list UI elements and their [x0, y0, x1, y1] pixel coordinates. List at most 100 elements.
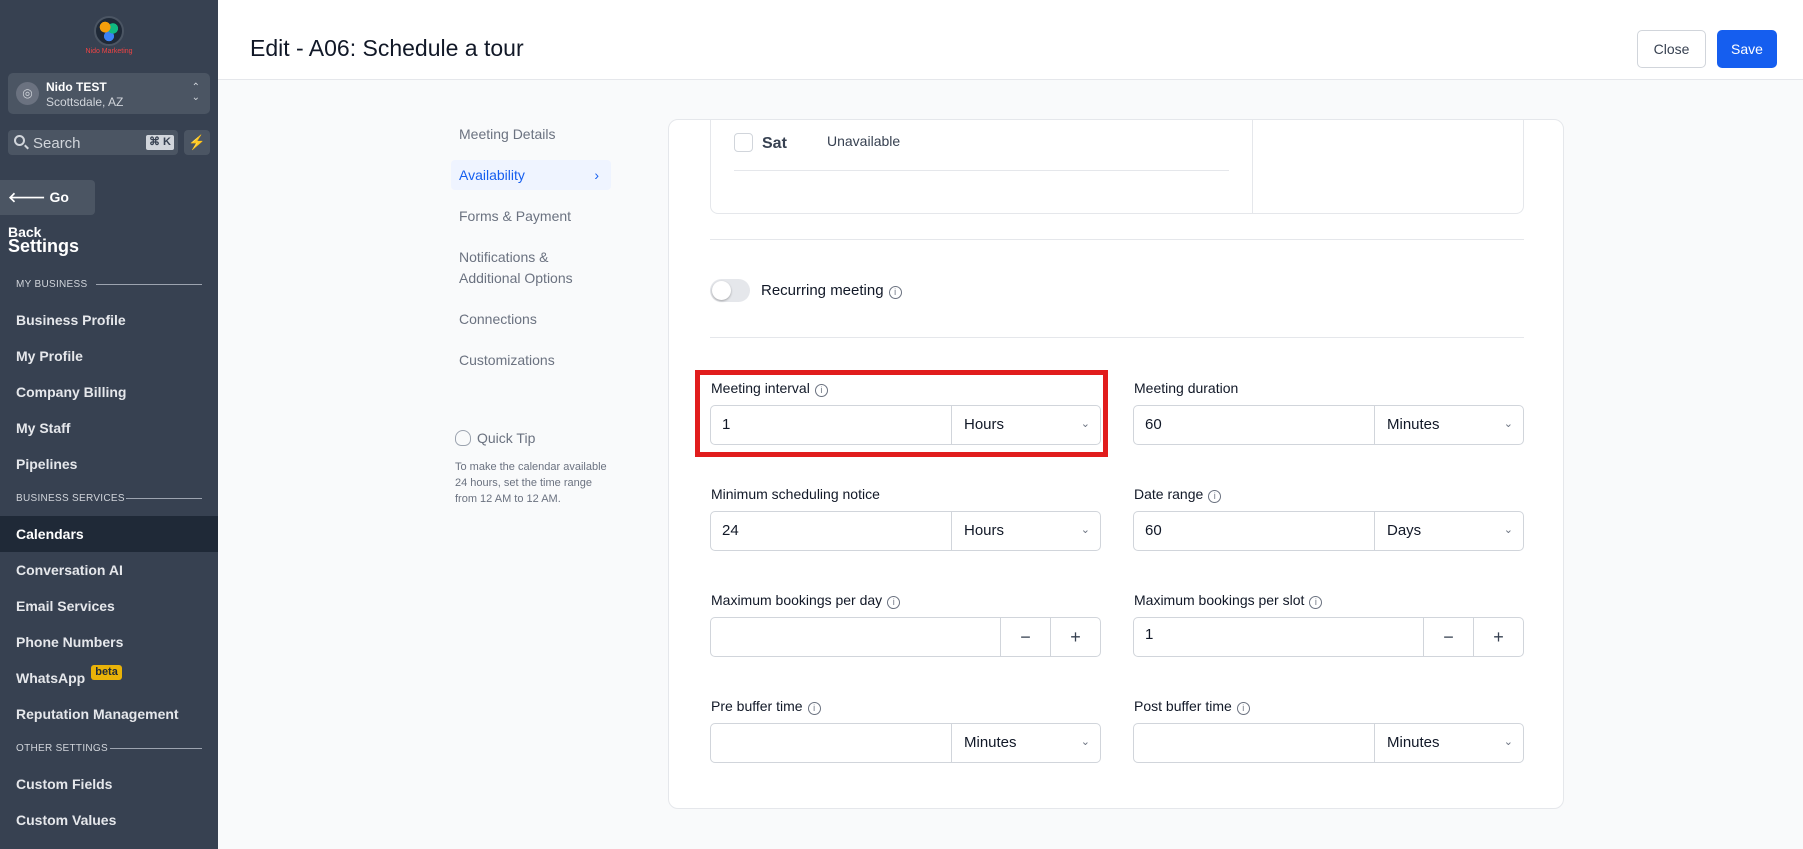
date-range-input[interactable]: 60 [1145, 522, 1162, 539]
meeting-duration-label: Meeting duration [1134, 380, 1239, 396]
date-range-label: Date range i [1134, 486, 1222, 503]
divider [710, 239, 1524, 240]
quick-actions-button[interactable]: ⚡ [184, 130, 210, 155]
info-icon[interactable]: i [807, 702, 821, 715]
search-input[interactable]: Search ⌘ K [8, 130, 178, 155]
date-range-text: Date range [1134, 486, 1204, 502]
min-notice-unit-select[interactable]: Hours ⌄ [951, 512, 1100, 550]
max-per-slot-input[interactable]: 1 [1145, 626, 1153, 643]
post-buffer-field: Minutes ⌄ [1133, 723, 1524, 763]
divider [710, 337, 1524, 338]
sidebar-item-email-services[interactable]: Email Services [0, 588, 218, 624]
menu-item-notifications[interactable]: Notifications & Additional Options [451, 247, 606, 289]
pre-buffer-label: Pre buffer time i [711, 698, 821, 715]
chevron-right-icon: › [594, 167, 599, 183]
menu-item-forms-payment[interactable]: Forms & Payment [451, 206, 611, 227]
section-label-business-services: BUSINESS SERVICES [16, 493, 125, 504]
info-icon[interactable]: i [887, 596, 901, 609]
sidebar-item-custom-fields[interactable]: Custom Fields [0, 766, 218, 802]
recurring-meeting-text: Recurring meeting [761, 282, 884, 299]
chevron-down-icon: ⌄ [1503, 524, 1513, 536]
location-pin-icon: ◎ [16, 82, 39, 105]
company-logo[interactable]: Nido Marketing [78, 16, 140, 56]
sat-checkbox[interactable] [734, 133, 753, 152]
search-placeholder: Search [33, 135, 81, 152]
sidebar-item-phone-numbers[interactable]: Phone Numbers [0, 624, 218, 660]
sidebar-item-business-profile[interactable]: Business Profile [0, 302, 218, 338]
max-per-day-label: Maximum bookings per day i [711, 592, 901, 609]
section-divider [110, 748, 202, 749]
date-range-field: 60 Days ⌄ [1133, 511, 1524, 551]
sidebar-item-label: WhatsApp [16, 670, 86, 686]
unit-value: Days [1387, 522, 1422, 539]
section-label-my-business: MY BUSINESS [16, 279, 88, 290]
availability-card: Sat Unavailable Recurring meeting i Meeti… [668, 119, 1564, 809]
account-switcher[interactable]: ◎ Nido TEST Scottsdale, AZ ⌃ ⌄ [8, 73, 210, 114]
min-notice-label: Minimum scheduling notice [711, 486, 880, 502]
post-buffer-text: Post buffer time [1134, 698, 1232, 714]
recurring-meeting-label: Recurring meeting i [761, 282, 902, 299]
sat-day-label: Sat [762, 135, 787, 152]
increment-button[interactable]: + [1473, 618, 1523, 656]
chevron-up-down-icon: ⌃ ⌄ [191, 82, 200, 103]
section-divider [126, 498, 202, 499]
arrow-left-icon: 🡐 [8, 189, 46, 205]
info-icon[interactable]: i [1309, 596, 1323, 609]
go-back-button[interactable]: 🡐 Go Back [0, 180, 95, 240]
sidebar-item-conversation-ai[interactable]: Conversation AI [0, 552, 218, 588]
menu-item-customizations[interactable]: Customizations [451, 350, 611, 371]
min-notice-input[interactable]: 24 [722, 522, 739, 539]
toggle-knob [712, 281, 731, 300]
logo-icon [94, 16, 124, 46]
sidebar-item-my-profile[interactable]: My Profile [0, 338, 218, 374]
section-label-other-settings: OTHER SETTINGS [16, 743, 108, 754]
close-button[interactable]: Close [1637, 30, 1706, 68]
pre-buffer-field: Minutes ⌄ [710, 723, 1101, 763]
sidebar-item-calendars[interactable]: Calendars [0, 516, 218, 552]
search-shortcut: ⌘ K [146, 135, 174, 150]
menu-item-availability[interactable]: Availability › [451, 160, 611, 190]
info-icon[interactable]: i [1208, 490, 1222, 503]
unit-value: Hours [964, 522, 1005, 539]
logo-text: Nido Marketing [85, 48, 133, 55]
date-range-unit-select[interactable]: Days ⌄ [1374, 512, 1523, 550]
divider [734, 170, 1229, 171]
meeting-duration-unit-select[interactable]: Minutes ⌄ [1374, 406, 1523, 444]
pre-buffer-unit-select[interactable]: Minutes ⌄ [951, 724, 1100, 762]
decrement-button[interactable]: − [1423, 618, 1473, 656]
sat-status: Unavailable [827, 133, 901, 149]
increment-button[interactable]: + [1050, 618, 1100, 656]
sidebar-item-my-staff[interactable]: My Staff [0, 410, 218, 446]
sidebar-item-company-billing[interactable]: Company Billing [0, 374, 218, 410]
weekly-hours-table: Sat Unavailable [710, 120, 1524, 214]
info-icon[interactable]: i [888, 286, 902, 299]
unit-value: Minutes [964, 734, 1017, 751]
menu-item-connections[interactable]: Connections [451, 309, 611, 330]
recurring-meeting-toggle[interactable] [710, 279, 750, 302]
chevron-down-icon: ⌄ [1503, 736, 1513, 748]
unit-value: Minutes [1387, 416, 1440, 433]
account-location: Scottsdale, AZ [46, 95, 124, 109]
max-per-slot-label: Maximum bookings per slot i [1134, 592, 1323, 609]
sidebar-item-whatsapp[interactable]: WhatsApp beta [0, 660, 218, 696]
menu-item-label: Availability [459, 167, 525, 183]
meeting-duration-field: 60 Minutes ⌄ [1133, 405, 1524, 445]
highlight-box [695, 370, 1108, 457]
sidebar-item-pipelines[interactable]: Pipelines [0, 446, 218, 482]
post-buffer-label: Post buffer time i [1134, 698, 1250, 715]
quick-tip-title: Quick Tip [477, 430, 536, 446]
save-button[interactable]: Save [1717, 30, 1777, 68]
decrement-button[interactable]: − [1000, 618, 1050, 656]
unit-value: Minutes [1387, 734, 1440, 751]
menu-item-meeting-details[interactable]: Meeting Details [451, 124, 611, 145]
lightbulb-icon [455, 430, 471, 446]
post-buffer-unit-select[interactable]: Minutes ⌄ [1374, 724, 1523, 762]
pre-buffer-text: Pre buffer time [711, 698, 803, 714]
info-icon[interactable]: i [1236, 702, 1250, 715]
chevron-down-icon: ⌄ [1080, 736, 1090, 748]
meeting-duration-input[interactable]: 60 [1145, 416, 1162, 433]
min-notice-field: 24 Hours ⌄ [710, 511, 1101, 551]
chevron-down-icon: ⌄ [1503, 418, 1513, 430]
sidebar-item-reputation-management[interactable]: Reputation Management [0, 696, 218, 732]
sidebar-item-custom-values[interactable]: Custom Values [0, 802, 218, 838]
